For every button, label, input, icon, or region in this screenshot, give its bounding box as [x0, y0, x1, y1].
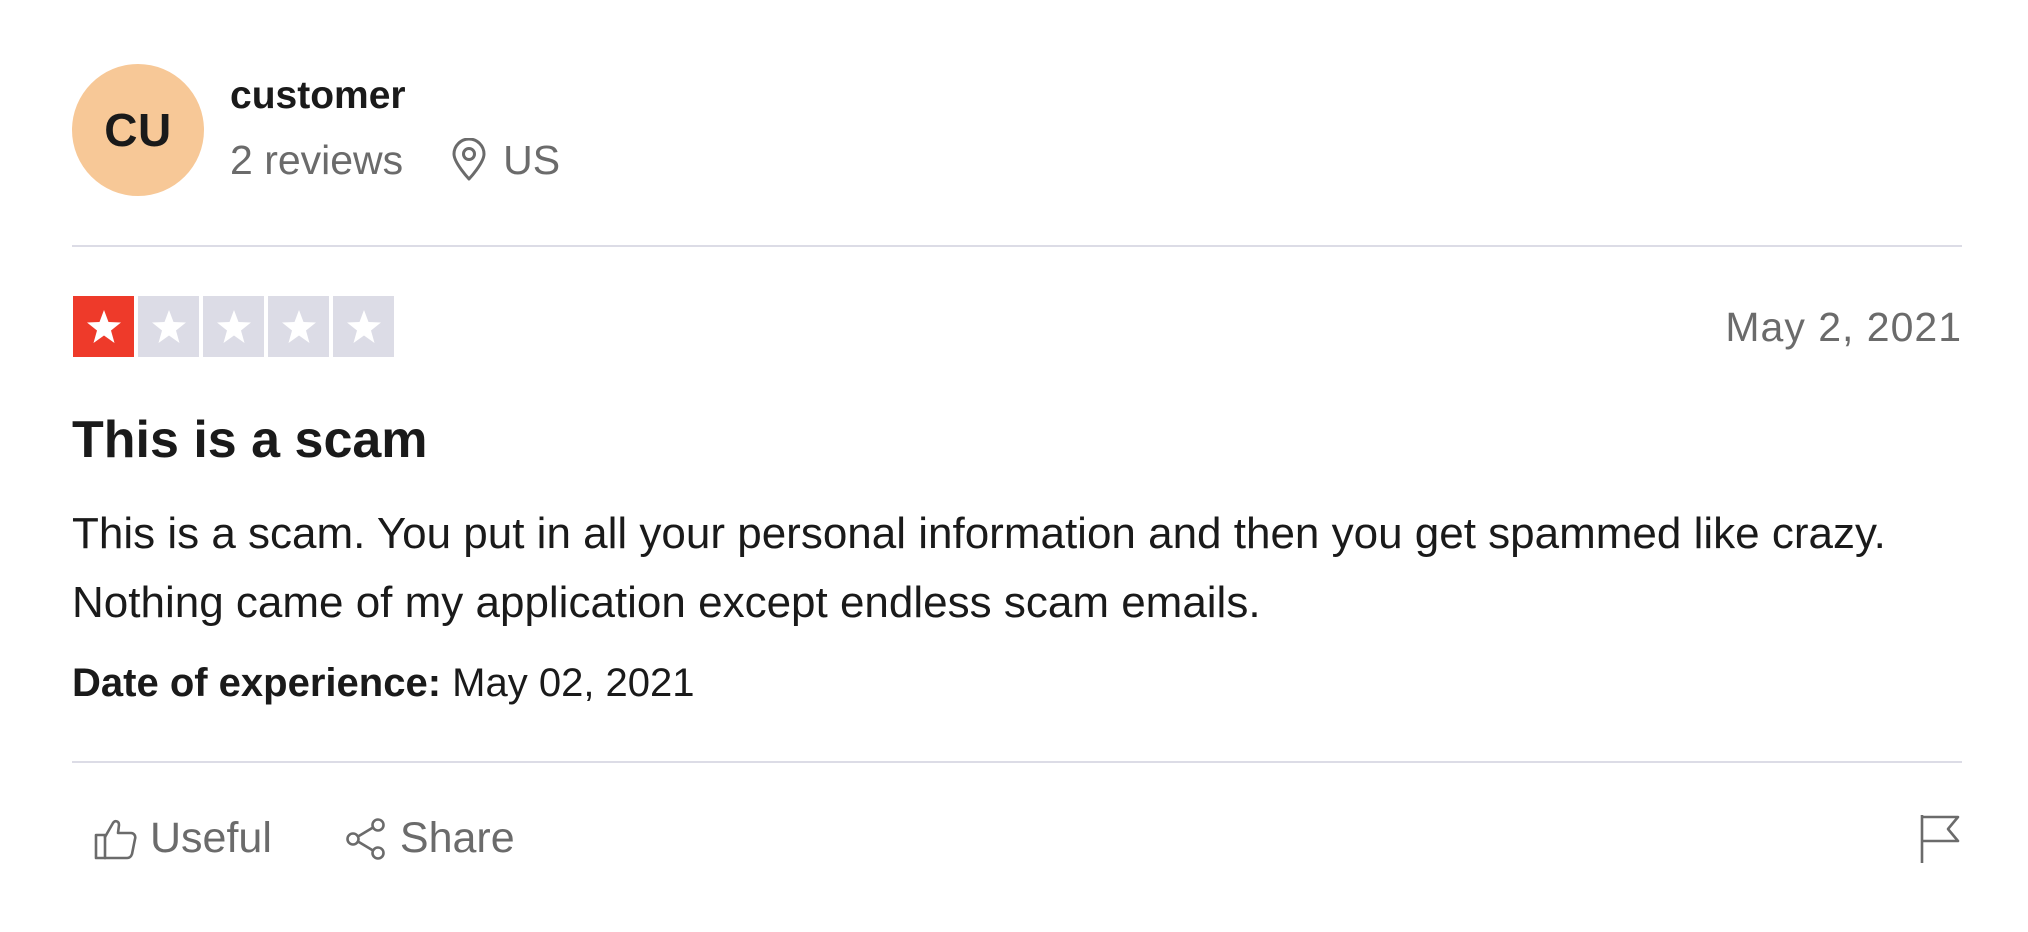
- review-count: 2 reviews: [230, 137, 404, 183]
- reviewer-info: customer 2 reviews US: [230, 74, 560, 184]
- share-label: Share: [399, 814, 515, 862]
- star-rating: [73, 296, 398, 357]
- useful-label: Useful: [150, 814, 272, 862]
- avatar-initials: CU: [104, 104, 172, 156]
- share-button[interactable]: Share: [344, 814, 515, 863]
- report-flag-button[interactable]: [1918, 813, 1962, 865]
- reviewer-meta: 2 reviews US: [230, 136, 560, 184]
- review-body: This is a scam. You put in all your pers…: [72, 509, 1886, 627]
- reviewer-location: US: [503, 137, 561, 183]
- experience-label: Date of experience:: [72, 661, 442, 705]
- reviewer-name[interactable]: customer: [230, 72, 560, 120]
- star-filled-icon: [73, 296, 134, 357]
- review-card: CU customer 2 reviews US May 2, 2021 Thi…: [0, 0, 2028, 932]
- avatar[interactable]: CU: [72, 64, 204, 196]
- header-divider: [72, 245, 1962, 247]
- review-actions: Useful Share: [94, 814, 515, 863]
- flag-icon: [1918, 815, 1962, 869]
- share-icon: [344, 817, 388, 861]
- review-date: May 2, 2021: [1725, 304, 1962, 350]
- experience-date: May 02, 2021: [452, 661, 695, 705]
- location-pin-icon: [451, 138, 487, 182]
- star-empty-icon: [333, 296, 394, 357]
- star-empty-icon: [268, 296, 329, 357]
- useful-button[interactable]: Useful: [94, 814, 272, 863]
- footer-divider: [72, 761, 1962, 763]
- review-title[interactable]: This is a scam: [72, 410, 428, 470]
- star-empty-icon: [138, 296, 199, 357]
- reviewer-header: CU customer 2 reviews US: [72, 64, 560, 196]
- star-empty-icon: [203, 296, 264, 357]
- date-of-experience: Date of experience: May 02, 2021: [72, 658, 695, 708]
- thumbs-up-icon: [94, 817, 138, 861]
